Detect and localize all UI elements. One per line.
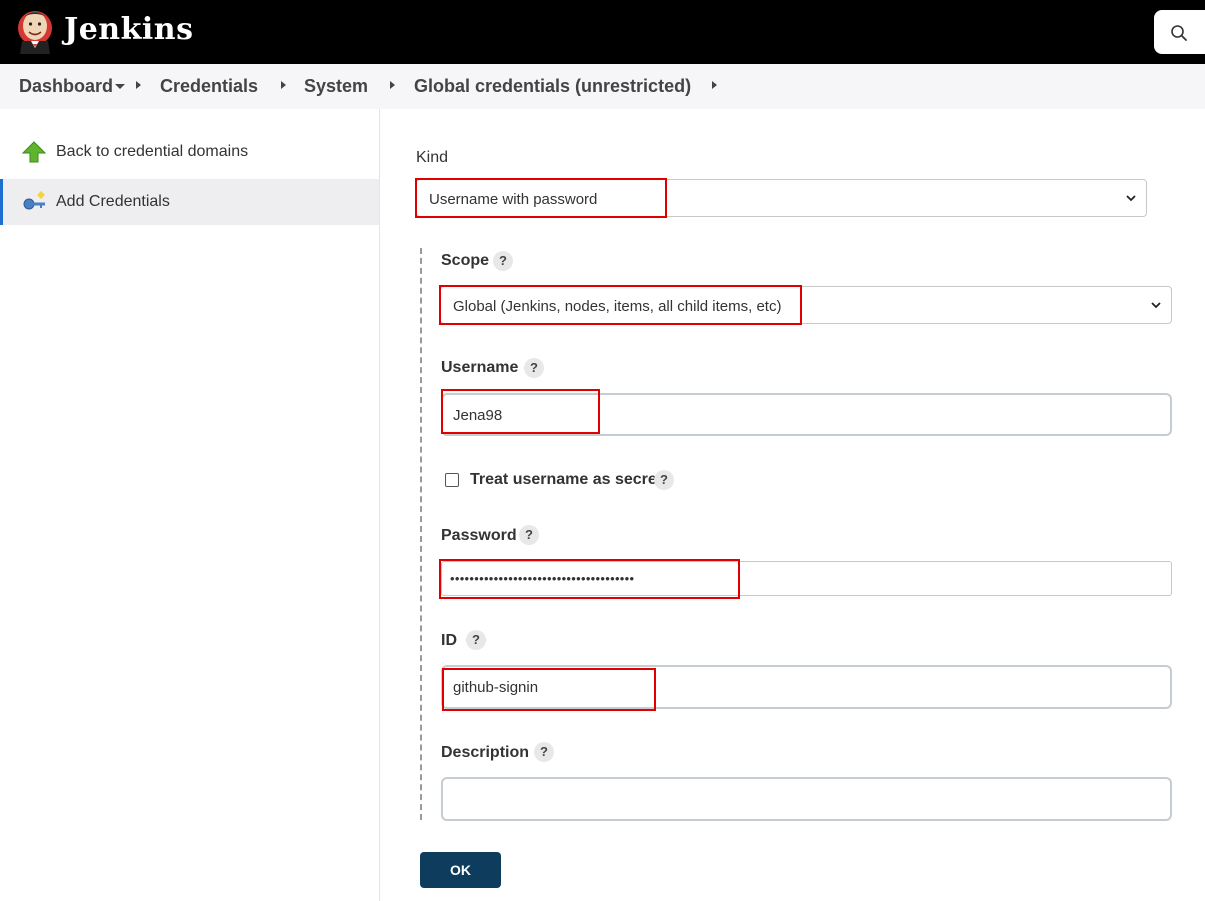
search-box[interactable]: [1154, 10, 1205, 54]
key-icon: [23, 191, 45, 210]
treat-username-secret-text: Treat username as secret: [470, 471, 663, 488]
kind-select-value: Username with password: [429, 191, 598, 208]
top-header: Jenkins: [0, 0, 1205, 64]
sidebar: Back to credential domains Add Credentia…: [0, 109, 380, 901]
kind-label: Kind: [416, 149, 449, 166]
username-label: Username: [441, 359, 519, 376]
help-icon[interactable]: ?: [534, 742, 554, 762]
breadcrumb-separator-icon[interactable]: [712, 81, 717, 89]
breadcrumb-dashboard[interactable]: Dashboard: [19, 76, 113, 97]
description-label: Description: [441, 744, 530, 761]
help-icon[interactable]: ?: [466, 630, 486, 650]
scope-select-value: Global (Jenkins, nodes, items, all child…: [453, 298, 782, 315]
help-icon[interactable]: ?: [524, 358, 544, 378]
brand-title[interactable]: Jenkins: [64, 12, 193, 47]
breadcrumb-credentials[interactable]: Credentials: [160, 76, 258, 97]
help-icon[interactable]: ?: [519, 525, 539, 545]
scope-label: Scope: [441, 252, 490, 269]
chevron-down-icon: [1151, 302, 1161, 309]
up-arrow-icon: [22, 141, 46, 163]
breadcrumb-separator-icon[interactable]: [136, 81, 141, 89]
password-value: ••••••••••••••••••••••••••••••••••••••: [450, 571, 635, 586]
username-field[interactable]: Jena98: [441, 393, 1172, 436]
breadcrumb-separator-icon[interactable]: [390, 81, 395, 89]
jenkins-butler-icon: [18, 11, 52, 54]
sidebar-item-label: Back to credential domains: [56, 143, 249, 160]
kind-select[interactable]: Username with password: [416, 179, 1147, 217]
breadcrumb-global-credentials[interactable]: Global credentials (unrestricted): [414, 76, 691, 97]
breadcrumb: Dashboard Credentials System Global cred…: [0, 64, 1205, 109]
sidebar-item-label: Add Credentials: [56, 193, 170, 210]
section-divider: [420, 248, 422, 820]
breadcrumb-separator-icon[interactable]: [281, 81, 286, 89]
password-label: Password: [441, 527, 517, 544]
password-field[interactable]: ••••••••••••••••••••••••••••••••••••••: [441, 561, 1172, 596]
help-icon[interactable]: ?: [654, 470, 674, 490]
jenkins-logo-link[interactable]: [16, 8, 54, 54]
sidebar-item-back-to-domains[interactable]: Back to credential domains: [0, 129, 379, 175]
id-field[interactable]: github-signin: [441, 665, 1172, 709]
username-value: Jena98: [453, 407, 503, 424]
description-field[interactable]: [441, 777, 1172, 821]
id-value: github-signin: [453, 679, 539, 696]
scope-select[interactable]: Global (Jenkins, nodes, items, all child…: [440, 286, 1172, 324]
treat-username-secret-label[interactable]: Treat username as secret: [470, 471, 662, 489]
ok-button[interactable]: OK: [420, 852, 501, 888]
sidebar-item-add-credentials[interactable]: Add Credentials: [0, 179, 379, 225]
breadcrumb-system[interactable]: System: [304, 76, 368, 97]
chevron-down-icon[interactable]: [115, 84, 125, 89]
id-label: ID: [441, 632, 457, 649]
treat-username-secret-checkbox[interactable]: [445, 473, 459, 487]
search-icon: [1171, 25, 1187, 41]
help-icon[interactable]: ?: [493, 251, 513, 271]
chevron-down-icon: [1126, 195, 1136, 202]
